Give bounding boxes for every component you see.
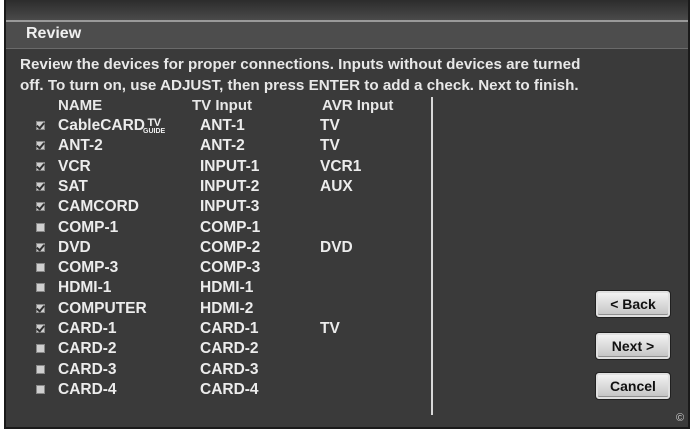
device-row[interactable]: CARD-4 CARD-4	[6, 381, 426, 401]
device-name: SAT	[58, 177, 88, 195]
device-row[interactable]: COMPUTER HDMI-2	[6, 300, 426, 320]
device-tv-input: COMP-2	[200, 238, 261, 256]
device-checkbox[interactable]	[36, 364, 45, 374]
device-tv-input: HDMI-1	[200, 279, 254, 297]
device-avr-input: DVD	[320, 238, 353, 256]
device-tv-input: CARD-4	[200, 380, 259, 398]
device-checkbox[interactable]	[36, 121, 45, 130]
cancel-button[interactable]: Cancel	[596, 373, 670, 399]
device-tv-input: COMP-3	[200, 259, 261, 277]
device-checkbox[interactable]	[36, 242, 45, 252]
device-checkbox[interactable]	[36, 161, 45, 171]
device-name: CARD-2	[58, 340, 117, 358]
device-checkbox[interactable]	[36, 263, 45, 273]
device-name: CableCARD	[58, 117, 145, 134]
device-avr-input: TV	[320, 117, 340, 134]
device-checkbox[interactable]	[36, 303, 45, 313]
device-tv-input: INPUT-1	[200, 157, 260, 175]
device-avr-input: TV	[320, 320, 340, 337]
device-checkbox[interactable]	[36, 202, 45, 212]
device-avr-input: VCR1	[320, 157, 362, 175]
top-bar	[6, 0, 688, 22]
device-row[interactable]: ANT-2 ANT-2 TV	[6, 137, 426, 157]
column-header-name: NAME	[58, 97, 103, 114]
device-row[interactable]: COMP-1 COMP-1	[6, 219, 426, 239]
device-name: VCR	[58, 157, 91, 175]
device-row[interactable]: COMP-3 COMP-3	[6, 259, 426, 279]
device-tv-input: ANT-1	[200, 117, 245, 134]
device-tv-input: COMP-1	[200, 218, 261, 236]
device-tv-input: CARD-1	[200, 320, 259, 337]
instructions-line-2: off. To turn on, use ADJUST, then press …	[20, 77, 579, 94]
device-checkbox[interactable]	[36, 344, 45, 354]
device-checkbox[interactable]	[36, 283, 45, 293]
device-name: CARD-3	[58, 360, 117, 378]
back-button[interactable]: < Back	[596, 291, 670, 317]
device-name: COMP-3	[58, 259, 119, 277]
device-row[interactable]: CableCARD TV GUIDE ANT-1 TV	[6, 117, 426, 137]
device-row[interactable]: VCR INPUT-1 VCR1	[6, 158, 426, 178]
device-checkbox[interactable]	[36, 222, 45, 232]
device-tv-input: HDMI-2	[200, 299, 254, 317]
device-checkbox[interactable]	[36, 324, 45, 333]
column-header-avr-input: AVR Input	[322, 97, 394, 114]
device-name: DVD	[58, 238, 91, 256]
device-name: HDMI-1	[58, 279, 112, 297]
device-tv-input: CARD-3	[200, 360, 259, 378]
instructions-text: Review the devices for proper connection…	[20, 54, 690, 96]
tv-guide-logo-icon: TV GUIDE	[143, 117, 166, 136]
device-name: COMPUTER	[58, 299, 147, 317]
window-title: Review	[26, 25, 82, 42]
next-button[interactable]: Next >	[596, 333, 670, 359]
device-checkbox[interactable]	[36, 141, 45, 151]
device-tv-input: INPUT-2	[200, 177, 260, 195]
device-tv-input: ANT-2	[200, 137, 245, 155]
device-name: CARD-4	[58, 380, 117, 398]
tv-guide-logo-guide: GUIDE	[143, 128, 166, 135]
device-row[interactable]: CARD-3 CARD-3	[6, 361, 426, 381]
device-row[interactable]: DVD COMP-2 DVD	[6, 239, 426, 259]
device-avr-input: AUX	[320, 177, 353, 195]
device-row[interactable]: SAT INPUT-2 AUX	[6, 178, 426, 198]
device-checkbox[interactable]	[36, 384, 45, 394]
review-window: Review Review the devices for proper con…	[4, 0, 690, 429]
device-name: COMP-1	[58, 218, 119, 236]
device-row[interactable]: HDMI-1 HDMI-1	[6, 279, 426, 299]
column-header-tv-input: TV Input	[192, 97, 252, 114]
device-tv-input: INPUT-3	[200, 198, 260, 216]
device-tv-input: CARD-2	[200, 340, 259, 358]
device-row[interactable]: CARD-1 CARD-1 TV	[6, 320, 426, 340]
tv-guide-logo-tv: TV	[147, 117, 162, 129]
device-row[interactable]: CARD-2 CARD-2	[6, 340, 426, 360]
device-checkbox[interactable]	[36, 181, 45, 191]
device-row[interactable]: CAMCORD INPUT-3	[6, 198, 426, 218]
title-bar	[6, 22, 688, 49]
device-name: CAMCORD	[58, 198, 139, 216]
device-name: ANT-2	[58, 137, 103, 155]
device-name: CARD-1	[58, 320, 117, 337]
instructions-line-1: Review the devices for proper connection…	[20, 56, 581, 73]
copyright-symbol: ©	[676, 412, 685, 424]
device-avr-input: TV	[320, 137, 340, 155]
column-divider	[431, 97, 433, 415]
